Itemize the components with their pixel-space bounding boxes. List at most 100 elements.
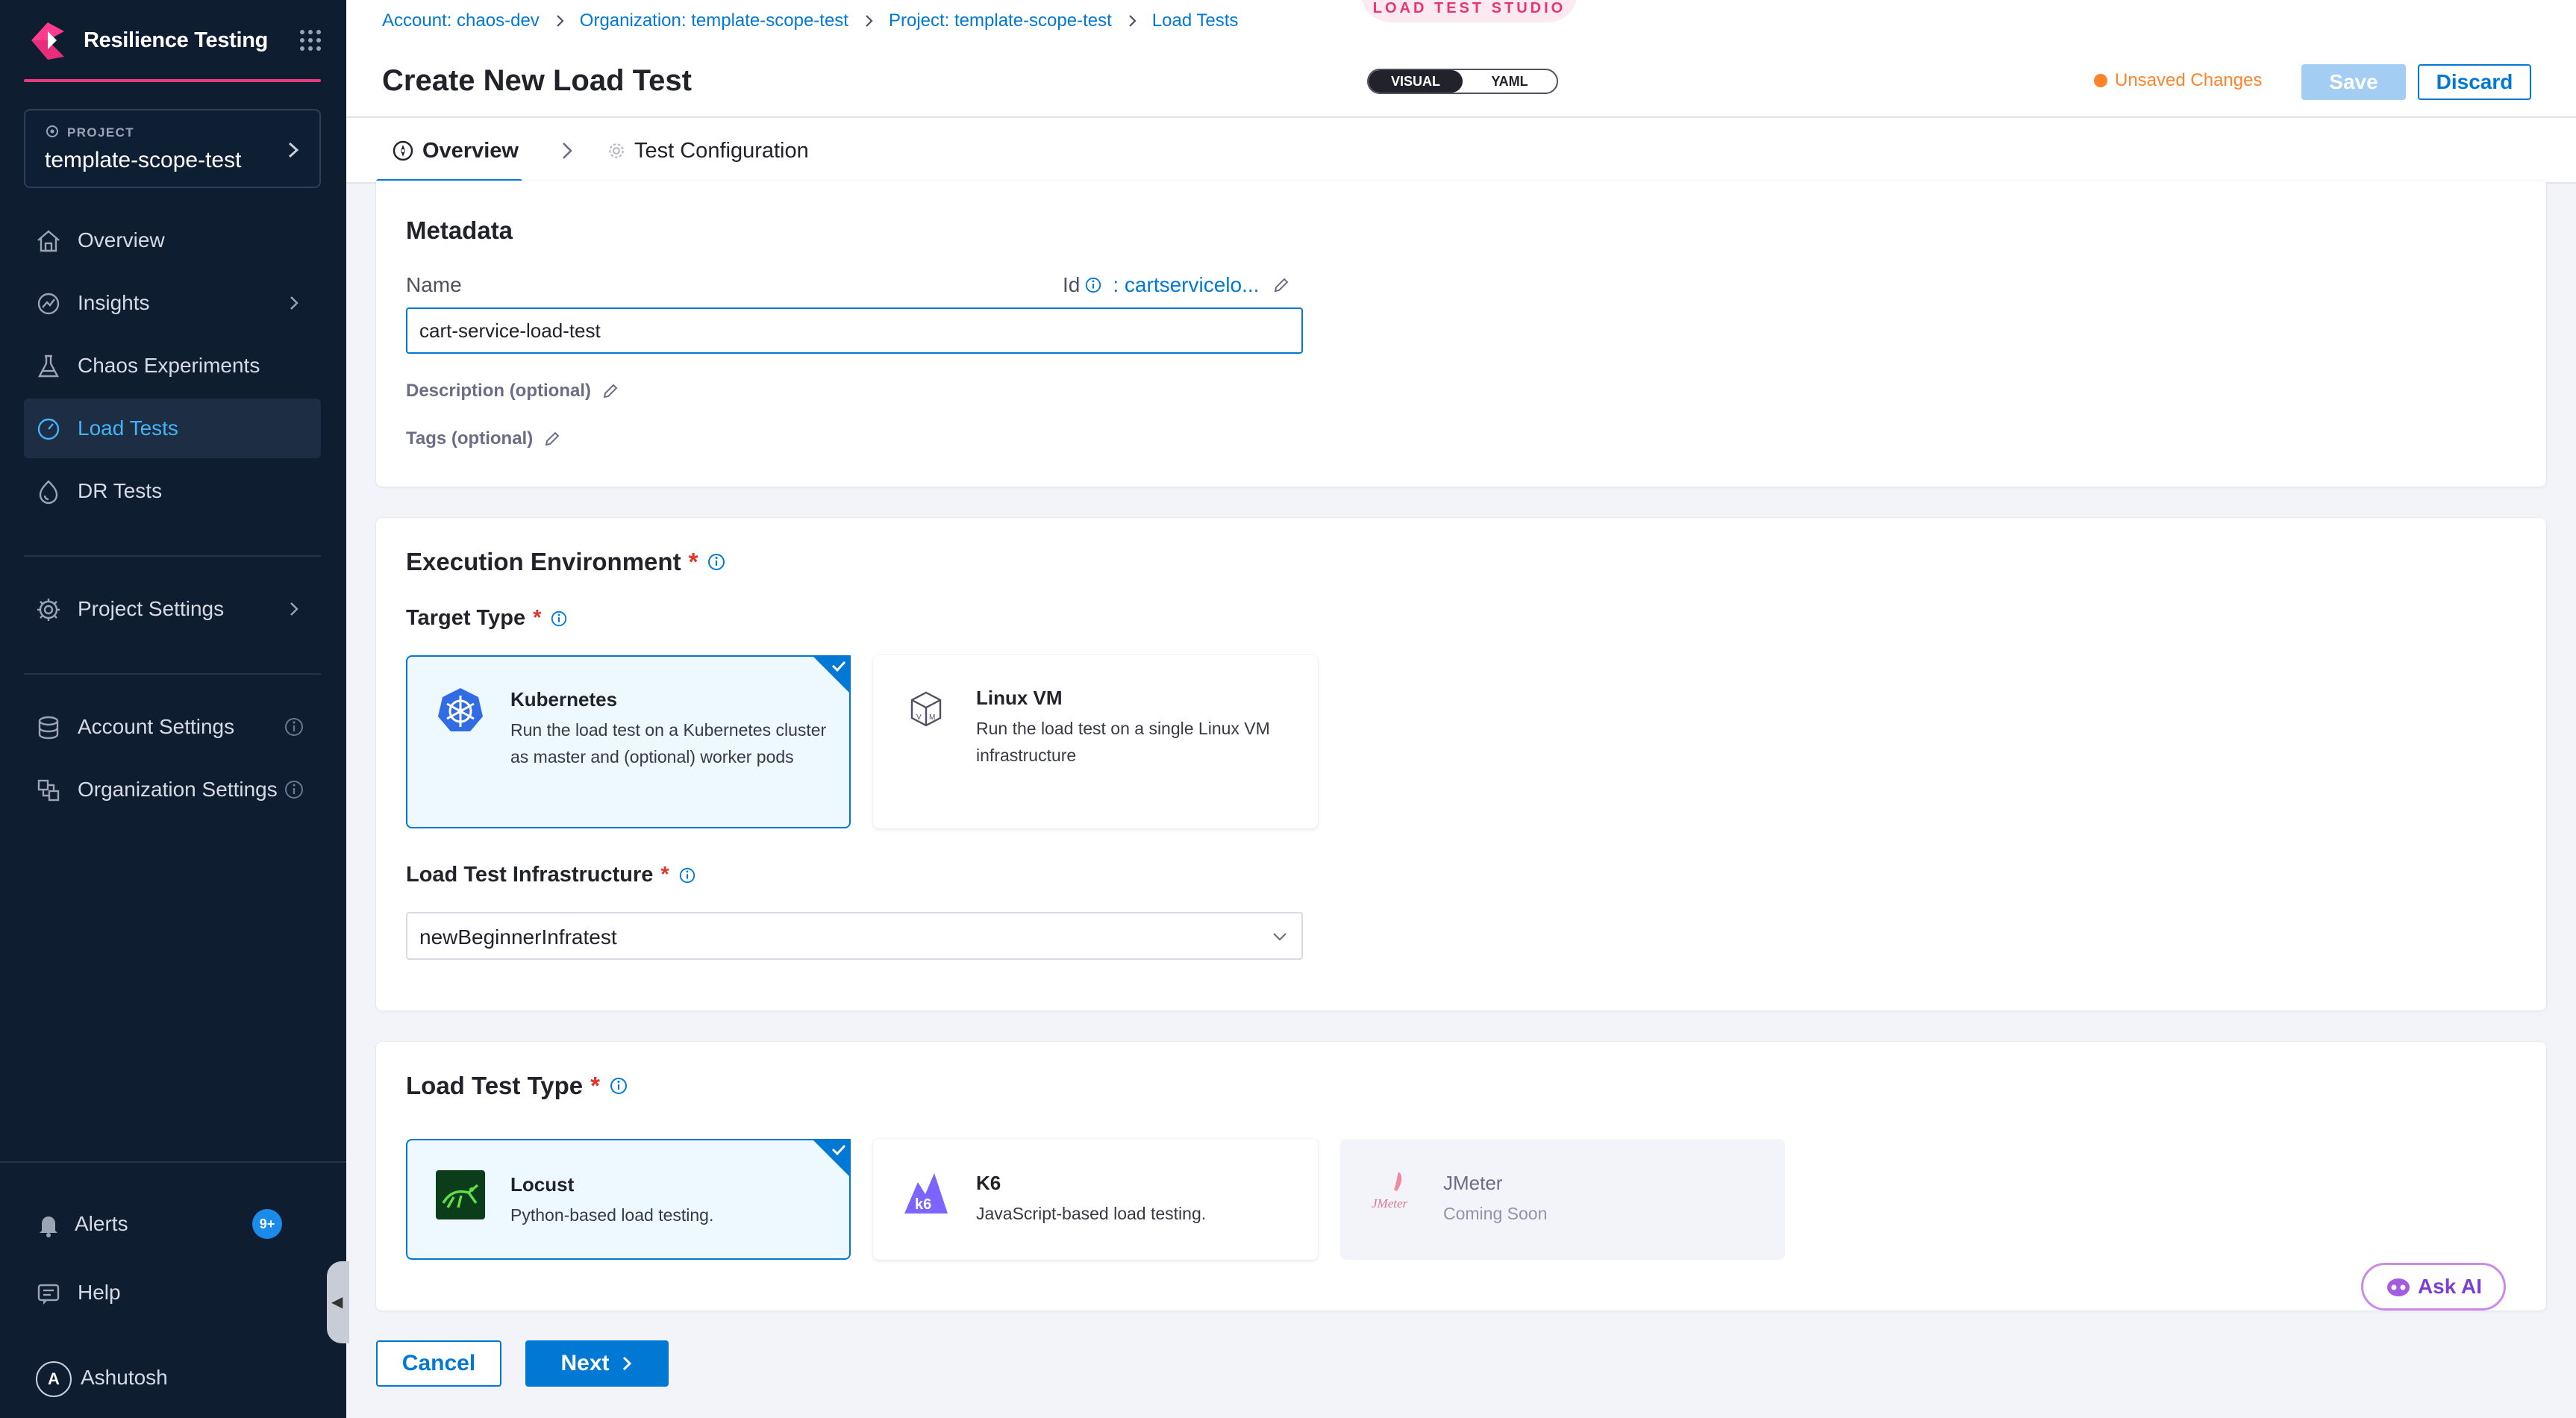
tab-overview[interactable]: Overview xyxy=(391,118,519,184)
gear-icon xyxy=(609,143,624,158)
target-tile-kubernetes[interactable]: Kubernetes Run the load test on a Kubern… xyxy=(406,655,851,828)
sidebar-item-help[interactable]: Help xyxy=(24,1263,321,1322)
jmeter-icon: JMeter xyxy=(1372,1172,1408,1211)
required-marker: * xyxy=(688,548,698,575)
user-name[interactable]: Ashutosh xyxy=(81,1366,168,1390)
sidebar-item-alerts[interactable]: Alerts 9+ xyxy=(24,1194,321,1254)
sidebar-divider xyxy=(24,673,321,675)
page-title: Create New Load Test xyxy=(382,64,692,97)
sidebar-item-label: Organization Settings xyxy=(78,778,278,801)
account-settings-icon xyxy=(38,716,59,740)
kubernetes-icon xyxy=(438,688,483,731)
sidebar-item-account-settings[interactable]: Account Settings xyxy=(24,697,321,757)
ask-ai-button[interactable]: Ask AI xyxy=(2361,1263,2506,1311)
chevron-down-icon xyxy=(1273,933,1287,941)
tab-test-configuration[interactable]: Test Configuration xyxy=(606,118,809,184)
tile-description: Run the load test on a single Linux VM i… xyxy=(976,719,1270,765)
breadcrumb: Account: chaos-dev Organization: templat… xyxy=(382,10,1238,31)
description-toggle[interactable]: Description (optional) xyxy=(406,381,619,402)
infrastructure-selected-value: newBeginnerInfratest xyxy=(419,925,617,949)
help-icon xyxy=(37,1284,60,1305)
infrastructure-select[interactable]: newBeginnerInfratest xyxy=(406,912,1303,960)
breadcrumb-separator-icon xyxy=(557,15,564,27)
tile-description: Run the load test on a Kubernetes cluste… xyxy=(510,720,827,766)
ask-ai-label: Ask AI xyxy=(2417,1275,2483,1298)
edit-tags-pencil-icon[interactable] xyxy=(543,430,561,448)
breadcrumb-load-tests[interactable]: Load Tests xyxy=(1152,10,1239,31)
toggle-yaml[interactable]: YAML xyxy=(1463,70,1557,93)
target-type-label: Target Type * xyxy=(406,606,568,631)
project-name: template-scope-test xyxy=(45,148,242,172)
metadata-title: Metadata xyxy=(406,216,513,244)
info-icon[interactable] xyxy=(284,716,304,737)
edit-description-pencil-icon[interactable] xyxy=(601,382,619,400)
info-icon[interactable] xyxy=(678,866,696,884)
sidebar-item-label: Insights xyxy=(78,291,150,314)
tags-toggle[interactable]: Tags (optional) xyxy=(406,428,561,449)
sidebar-item-label: DR Tests xyxy=(78,479,163,502)
svg-text:V: V xyxy=(916,713,922,722)
info-icon[interactable] xyxy=(284,779,304,800)
next-button[interactable]: Next xyxy=(525,1340,669,1387)
discard-button[interactable]: Discard xyxy=(2418,64,2531,100)
sidebar-item-chaos-experiments[interactable]: Chaos Experiments xyxy=(24,336,321,396)
tile-description: JavaScript-based load testing. xyxy=(976,1204,1207,1223)
sidebar-item-project-settings[interactable]: Project Settings xyxy=(24,579,321,639)
required-marker: * xyxy=(660,863,669,887)
tags-label: Tags (optional) xyxy=(406,428,534,449)
chevron-right-icon xyxy=(288,142,299,158)
infrastructure-label: Load Test Infrastructure * xyxy=(406,863,696,887)
overview-compass-icon xyxy=(393,140,413,161)
sidebar-divider xyxy=(24,555,321,557)
type-tile-locust[interactable]: Locust Python-based load testing. xyxy=(406,1139,851,1260)
type-tile-k6[interactable]: k6 K6 JavaScript-based load testing. xyxy=(873,1139,1318,1260)
home-icon xyxy=(37,230,60,252)
page-header: LOAD TEST STUDIO Account: chaos-dev Orga… xyxy=(346,0,2576,118)
sidebar-item-load-tests[interactable]: Load Tests xyxy=(24,399,321,458)
sidebar-collapse-handle[interactable]: ◀ xyxy=(327,1261,349,1343)
next-label: Next xyxy=(560,1351,610,1375)
edit-id-pencil-icon[interactable] xyxy=(1272,276,1290,294)
chevron-right-icon xyxy=(622,1356,631,1371)
sidebar-item-dr-tests[interactable]: DR Tests xyxy=(24,461,321,521)
dr-icon xyxy=(39,480,58,505)
view-mode-toggle[interactable]: VISUAL YAML xyxy=(1367,69,1558,94)
chevron-right-icon xyxy=(563,143,572,159)
organization-settings-icon xyxy=(37,779,60,802)
info-icon[interactable] xyxy=(707,552,726,572)
brand-underline xyxy=(24,79,321,82)
cancel-button[interactable]: Cancel xyxy=(376,1340,501,1387)
info-icon[interactable] xyxy=(609,1076,628,1096)
step-tabs: Overview Test Configuration xyxy=(346,118,2576,184)
breadcrumb-organization[interactable]: Organization: template-scope-test xyxy=(580,10,848,31)
sidebar-item-organization-settings[interactable]: Organization Settings xyxy=(24,760,321,819)
target-tile-linux-vm[interactable]: V M Linux VM Run the load test on a sing… xyxy=(873,655,1318,828)
sidebar-item-overview[interactable]: Overview xyxy=(24,210,321,270)
save-button[interactable]: Save xyxy=(2301,64,2406,100)
app-switcher-grid-icon[interactable] xyxy=(298,28,322,52)
sidebar: Resilience Testing PROJECT template-scop… xyxy=(0,0,346,1418)
insights-icon xyxy=(37,293,60,315)
locust-icon xyxy=(436,1170,485,1219)
avatar[interactable]: A xyxy=(36,1361,72,1397)
brand[interactable]: Resilience Testing xyxy=(27,18,322,66)
type-tile-jmeter: JMeter JMeter Coming Soon xyxy=(1340,1139,1785,1260)
sidebar-item-label: Load Tests xyxy=(78,416,178,440)
bell-icon xyxy=(40,1216,57,1237)
info-icon[interactable] xyxy=(550,610,568,628)
breadcrumb-account[interactable]: Account: chaos-dev xyxy=(382,10,540,31)
tab-config-label: Test Configuration xyxy=(634,138,809,163)
tile-title: JMeter xyxy=(1443,1172,1503,1194)
name-input[interactable] xyxy=(406,307,1303,354)
project-selector[interactable]: PROJECT template-scope-test xyxy=(24,109,321,188)
project-caption: PROJECT xyxy=(45,125,134,140)
collapse-arrow-icon: ◀ xyxy=(331,1294,343,1311)
studio-label: LOAD TEST STUDIO xyxy=(1361,0,1578,22)
sidebar-item-insights[interactable]: Insights xyxy=(24,273,321,333)
breadcrumb-project[interactable]: Project: template-scope-test xyxy=(889,10,1112,31)
toggle-visual[interactable]: VISUAL xyxy=(1369,70,1463,93)
info-icon[interactable] xyxy=(1084,276,1102,294)
app-title: Resilience Testing xyxy=(84,28,269,52)
harness-logo-icon xyxy=(31,22,64,60)
gauge-icon xyxy=(37,418,60,440)
